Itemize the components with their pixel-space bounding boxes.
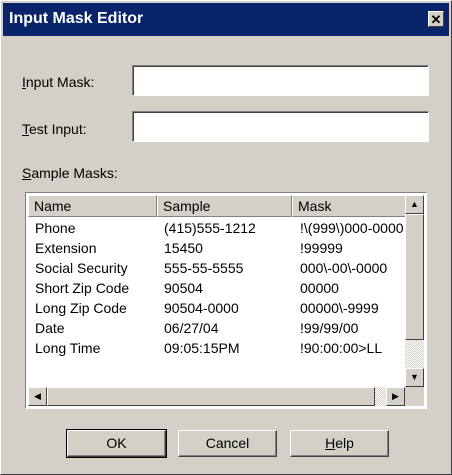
scroll-right-icon: ▶ bbox=[392, 391, 399, 401]
row-mask: 000\-00\-0000 bbox=[300, 260, 388, 276]
scroll-up-icon: ▲ bbox=[410, 199, 419, 209]
row-sample: 90504-0000 bbox=[164, 300, 239, 316]
table-row[interactable]: Social Security 555-55-5555 000\-00\-0000 bbox=[28, 260, 408, 280]
title-bar[interactable]: Input Mask Editor ✕ bbox=[3, 3, 449, 36]
scroll-down-icon: ▼ bbox=[410, 372, 419, 382]
help-button[interactable]: Help bbox=[290, 430, 389, 457]
row-sample: 555-55-5555 bbox=[164, 260, 244, 276]
horizontal-scrollbar[interactable]: ◀ ▶ bbox=[28, 387, 405, 406]
row-mask: 00000\-9999 bbox=[300, 300, 379, 316]
table-row[interactable]: Date 06/27/04 !99/99/00 bbox=[28, 320, 408, 340]
row-sample: 06/27/04 bbox=[164, 320, 219, 336]
table-row[interactable]: Long Time 09:05:15PM !90:00:00>LL bbox=[28, 340, 408, 360]
row-name: Extension bbox=[35, 240, 97, 256]
row-mask: !90:00:00>LL bbox=[300, 340, 383, 356]
ok-button[interactable]: OK bbox=[66, 429, 167, 458]
input-mask-field[interactable] bbox=[132, 65, 429, 96]
row-name: Phone bbox=[35, 220, 76, 236]
help-label: elp bbox=[335, 435, 354, 451]
test-input-label: Test Input: bbox=[22, 121, 87, 137]
row-sample: 09:05:15PM bbox=[164, 340, 240, 356]
row-sample: (415)555-1212 bbox=[164, 220, 256, 236]
scroll-left-button[interactable]: ◀ bbox=[28, 387, 47, 406]
scroll-left-icon: ◀ bbox=[34, 391, 41, 401]
column-header-name[interactable]: Name bbox=[28, 195, 157, 217]
sample-masks-label: Sample Masks: bbox=[22, 165, 118, 181]
table-row[interactable]: Extension 15450 !99999 bbox=[28, 240, 408, 260]
scroll-up-button[interactable]: ▲ bbox=[405, 195, 424, 214]
close-icon: ✕ bbox=[430, 12, 442, 27]
row-sample: 15450 bbox=[164, 240, 203, 256]
scroll-right-button[interactable]: ▶ bbox=[386, 387, 405, 406]
scrollbar-corner bbox=[405, 387, 424, 406]
horizontal-scroll-thumb[interactable] bbox=[47, 387, 375, 406]
row-mask: 00000 bbox=[300, 280, 339, 296]
table-header: Name Sample Mask bbox=[28, 195, 408, 217]
row-mask: !99999 bbox=[300, 240, 343, 256]
test-input-field[interactable] bbox=[132, 111, 429, 142]
row-name: Long Time bbox=[35, 340, 101, 356]
input-mask-editor-dialog: Input Mask Editor ✕ Input Mask: Test Inp… bbox=[0, 0, 452, 475]
vertical-scroll-thumb[interactable] bbox=[405, 214, 424, 340]
row-name: Short Zip Code bbox=[35, 280, 130, 296]
input-mask-label: Input Mask: bbox=[22, 74, 95, 90]
sample-masks-table[interactable]: Name Sample Mask Phone (415)555-1212 !\(99… bbox=[25, 192, 427, 409]
dialog-title: Input Mask Editor bbox=[9, 10, 144, 27]
vertical-scrollbar[interactable]: ▲ ▼ bbox=[405, 195, 424, 387]
scroll-down-button[interactable]: ▼ bbox=[405, 368, 424, 387]
row-name: Social Security bbox=[35, 260, 128, 276]
row-sample: 90504 bbox=[164, 280, 203, 296]
close-button[interactable]: ✕ bbox=[428, 11, 444, 27]
row-mask: !\(999\)000-0000 bbox=[300, 220, 404, 236]
row-name: Date bbox=[35, 320, 65, 336]
table-body: Phone (415)555-1212 !\(999\)000-0000 Exten… bbox=[28, 220, 408, 360]
column-header-mask[interactable]: Mask bbox=[292, 195, 408, 217]
table-row[interactable]: Phone (415)555-1212 !\(999\)000-0000 bbox=[28, 220, 408, 240]
row-mask: !99/99/00 bbox=[300, 320, 359, 336]
column-header-sample[interactable]: Sample bbox=[157, 195, 292, 217]
table-row[interactable]: Short Zip Code 90504 00000 bbox=[28, 280, 408, 300]
help-accelerator: H bbox=[325, 435, 336, 451]
cancel-button[interactable]: Cancel bbox=[178, 430, 277, 457]
table-row[interactable]: Long Zip Code 90504-0000 00000\-9999 bbox=[28, 300, 408, 320]
row-name: Long Zip Code bbox=[35, 300, 127, 316]
